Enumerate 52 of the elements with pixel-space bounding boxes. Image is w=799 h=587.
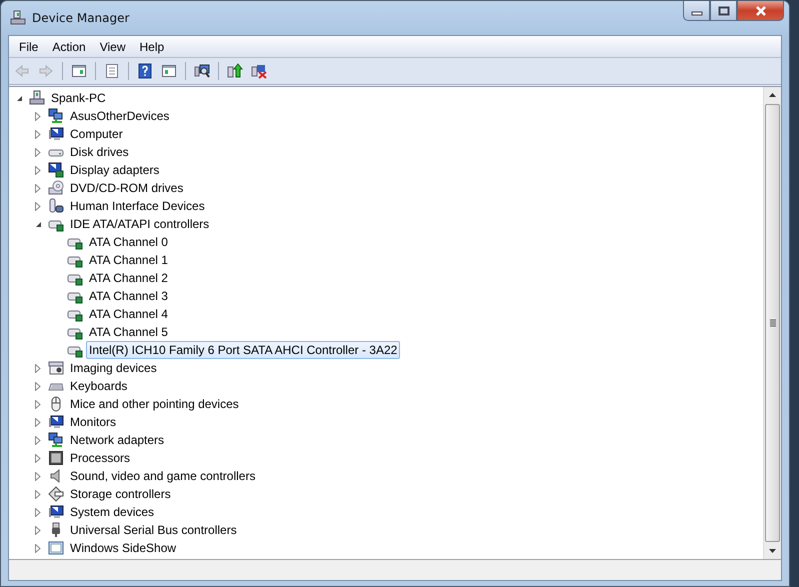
tree-item[interactable]: ATA Channel 0: [86, 233, 171, 251]
computer-icon: [10, 10, 26, 26]
tree-item[interactable]: Keyboards: [67, 377, 130, 395]
tree-item[interactable]: Sound, video and game controllers: [67, 467, 258, 485]
network-icon: [48, 432, 64, 448]
storage-controller-icon: [48, 486, 64, 502]
tree-item[interactable]: Intel(R) ICH10 Family 6 Port SATA AHCI Controller - 3A22: [86, 341, 400, 359]
close-button[interactable]: [737, 1, 784, 21]
tree-item[interactable]: Display adapters: [67, 161, 162, 179]
tree-item[interactable]: ATA Channel 3: [86, 287, 171, 305]
grip-icon: [768, 319, 776, 327]
vertical-scrollbar[interactable]: [763, 87, 781, 559]
maximize-icon: [718, 6, 730, 16]
menu-item[interactable]: View: [92, 38, 132, 56]
menu-item[interactable]: Action: [45, 38, 93, 56]
menu-item[interactable]: File: [12, 38, 46, 56]
tree-item[interactable]: ATA Channel 4: [86, 305, 171, 323]
tree-item[interactable]: Imaging devices: [67, 359, 160, 377]
menu-item[interactable]: Help: [132, 38, 172, 56]
tree-item[interactable]: ATA Channel 2: [86, 269, 171, 287]
tree-item[interactable]: Windows SideShow: [67, 539, 180, 557]
minimize-button[interactable]: [683, 1, 710, 21]
computer-icon: [29, 90, 45, 106]
monitor-icon: [48, 504, 64, 520]
window-icon: [48, 540, 64, 556]
tree-item[interactable]: IDE ATA/ATAPI controllers: [67, 215, 212, 233]
window-title: Device Manager: [32, 11, 130, 25]
display-adapter-icon: [48, 162, 64, 178]
tree-item[interactable]: Human Interface Devices: [67, 197, 208, 215]
tree-item[interactable]: Disk drives: [67, 143, 132, 161]
monitor-icon: [48, 126, 64, 142]
tree-item[interactable]: DVD/CD-ROM drives: [67, 179, 186, 197]
tree-item[interactable]: AsusOtherDevices: [67, 107, 172, 125]
tree-item[interactable]: Spank-PC: [48, 89, 109, 107]
optical-drive-icon: [48, 180, 64, 196]
tree-item[interactable]: Mice and other pointing devices: [67, 395, 242, 413]
tree-item[interactable]: Processors: [67, 449, 134, 467]
tree-item[interactable]: ATA Channel 5: [86, 323, 171, 341]
tree-item[interactable]: Monitors: [67, 413, 120, 431]
camera-icon: [48, 360, 64, 376]
scrollbar-thumb[interactable]: [765, 104, 780, 542]
tree-item[interactable]: Computer: [67, 125, 126, 143]
close-icon: [754, 6, 768, 16]
network-icon: [48, 108, 64, 124]
chip-icon: [48, 450, 64, 466]
tree-item[interactable]: Universal Serial Bus controllers: [67, 521, 240, 539]
maximize-button[interactable]: [710, 1, 737, 21]
tree-item[interactable]: ATA Channel 1: [86, 251, 171, 269]
monitor-icon: [48, 414, 64, 430]
tree-item[interactable]: System devices: [67, 503, 158, 521]
tree-item[interactable]: Network adapters: [67, 431, 168, 449]
tree-item[interactable]: Storage controllers: [67, 485, 174, 503]
